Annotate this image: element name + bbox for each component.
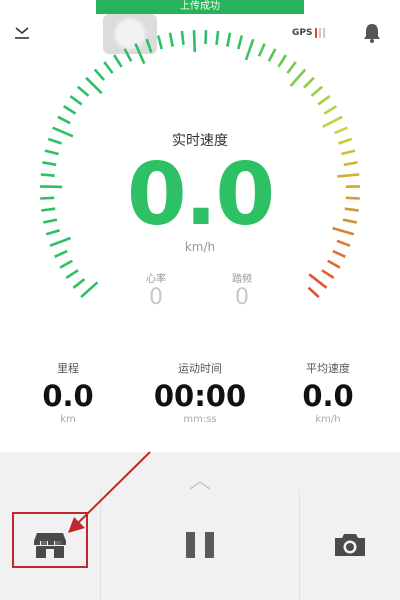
gauge-tick: [317, 95, 331, 106]
gauge-tick: [341, 149, 356, 156]
chevron-up-icon[interactable]: [188, 476, 212, 490]
stats-row: 里程 0.0 km 运动时间 00:00 mm:ss 平均速度 0.0 km/h: [0, 360, 400, 430]
gauge-tick: [337, 173, 360, 178]
gauge-tick: [49, 236, 72, 247]
gauge-tick: [332, 249, 346, 258]
gauge-tick: [145, 38, 153, 53]
gauge-tick: [52, 126, 74, 138]
distance-label: 里程: [57, 362, 79, 375]
avg-speed-label: 平均速度: [306, 362, 350, 375]
cadence: 踏频 0: [212, 270, 272, 311]
gauge-tick: [322, 115, 343, 128]
distance-stat: 里程 0.0 km: [8, 360, 128, 426]
gauge-tick: [289, 68, 307, 87]
gauge-tick: [63, 105, 77, 115]
gauge-tick: [307, 286, 320, 299]
gauge-tick: [42, 161, 57, 167]
gauge-tick: [337, 137, 353, 145]
gauge-tick: [168, 32, 174, 47]
gauge-tick: [180, 30, 185, 46]
duration-stat: 运动时间 00:00 mm:ss: [140, 360, 260, 426]
gauge-tick: [59, 259, 73, 269]
gauge-tick: [156, 35, 164, 50]
gauge-tick: [45, 229, 61, 236]
pause-icon: [186, 532, 214, 558]
heart-rate: 心率 0: [126, 270, 186, 311]
gauge-tick: [103, 61, 114, 74]
gauge-tick: [192, 30, 197, 53]
cadence-label: 踏频: [232, 274, 252, 285]
gauge-tick: [236, 35, 244, 50]
avg-speed-unit: km/h: [315, 414, 341, 425]
gauge-tick: [215, 30, 220, 46]
pause-button[interactable]: [100, 490, 300, 600]
gauge-tick: [257, 43, 266, 57]
gauge-tick: [336, 239, 351, 247]
gauge-tick: [80, 281, 99, 299]
gauge-tick: [204, 30, 208, 45]
avg-speed-stat: 平均速度 0.0 km/h: [268, 360, 388, 426]
gauge-tick: [40, 173, 55, 177]
gauge-tick: [43, 218, 58, 224]
gauge-tick: [267, 48, 277, 62]
gauge-tick: [343, 161, 358, 167]
distance-unit: km: [60, 414, 76, 425]
gauge-tick: [134, 43, 146, 65]
gauge-tick: [69, 95, 83, 106]
gauge-tick: [47, 137, 63, 145]
camera-button[interactable]: [300, 490, 400, 600]
gauge-tick: [277, 54, 287, 68]
gauge-tick: [345, 196, 360, 200]
duration-label: 运动时间: [178, 362, 222, 375]
gauge-tick: [54, 249, 68, 258]
app-screen: 上传成功 GPS 实时速度 0.0 km/h 心率 0 踏频 0 里程 0.0 …: [0, 0, 400, 600]
duration-value: 00:00: [153, 379, 247, 413]
gauge-tick: [65, 269, 79, 279]
heart-rate-value: 0: [149, 285, 163, 310]
gauge-tick: [344, 207, 359, 212]
distance-value: 0.0: [42, 379, 94, 413]
gauge-tick: [323, 105, 337, 115]
gauge-tick: [333, 126, 348, 135]
gauge-tick: [332, 226, 355, 236]
gauge-tick: [113, 54, 123, 68]
gauge-tick: [72, 278, 86, 289]
gauge-tick: [286, 61, 297, 74]
gauge-tick: [244, 38, 255, 61]
gauge-tick: [44, 149, 59, 156]
gauge-tick: [308, 273, 328, 289]
camera-icon: [335, 534, 365, 556]
gauge-tick: [310, 85, 324, 97]
gauge-tick: [303, 76, 315, 89]
gauge-tick: [85, 76, 103, 95]
duration-unit: mm:ss: [183, 414, 217, 425]
gauge-tick: [123, 48, 133, 62]
gauge-tick: [76, 85, 90, 97]
annotation-highlight-box: [12, 512, 88, 568]
gauge-tick: [57, 115, 71, 125]
heart-rate-label: 心率: [146, 274, 166, 285]
avg-speed-value: 0.0: [302, 379, 354, 413]
gauge-tick: [40, 196, 55, 200]
gauge-tick: [327, 259, 341, 269]
cadence-value: 0: [235, 285, 249, 310]
gauge-tick: [39, 185, 63, 189]
gauge-tick: [93, 68, 105, 81]
speed-unit: km/h: [184, 240, 216, 254]
gauge-tick: [321, 269, 335, 279]
speed-value: 0.0: [126, 145, 275, 245]
gauge-tick: [226, 32, 232, 47]
gauge-tick: [41, 207, 56, 212]
gauge-tick: [342, 218, 357, 224]
